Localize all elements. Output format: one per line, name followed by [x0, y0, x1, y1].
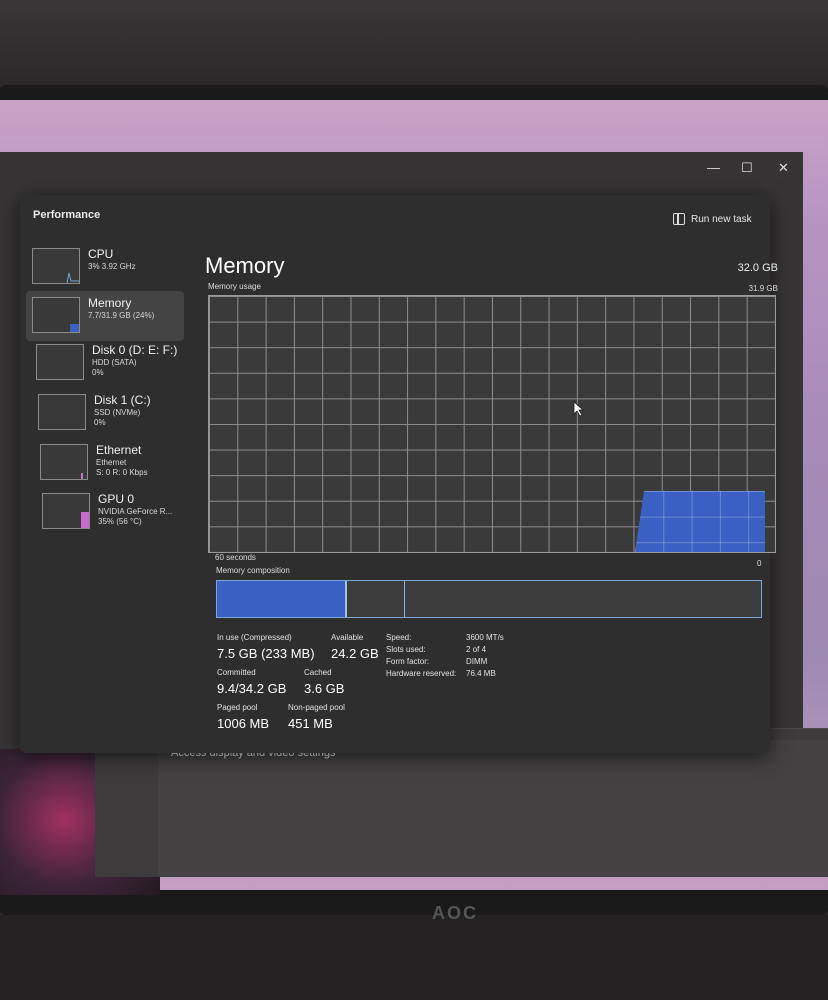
memory-title: Memory	[205, 253, 285, 278]
disk1-thumbnail-graph	[38, 394, 86, 430]
composition-modified	[347, 581, 405, 617]
slots-value: 2 of 4	[466, 645, 487, 654]
graph-time-label: 60 seconds	[215, 553, 256, 562]
gpu-usage: 35% (56 °C)	[98, 517, 142, 526]
sidebar-item-detail: 3% 3.92 GHz	[88, 262, 136, 271]
run-new-task-label: Run new task	[691, 213, 752, 225]
sidebar-item-detail: 7.7/31.9 GB (24%)	[88, 311, 155, 320]
ethernet-thumbnail-graph	[40, 444, 88, 480]
sidebar-item-detail: NVIDIA GeForce R... 35% (56 °C)	[98, 507, 172, 527]
memory-usage-max: 31.9 GB	[748, 284, 778, 293]
sidebar-item-detail: Ethernet S: 0 R: 0 Kbps	[96, 458, 148, 478]
sidebar-item-label: Memory	[88, 296, 132, 310]
committed-value: 9.4/34.2 GB	[217, 681, 287, 696]
in-use-value: 7.5 GB (233 MB)	[217, 646, 315, 661]
disk0-type: HDD (SATA)	[92, 358, 137, 367]
mouse-cursor-icon	[573, 401, 585, 417]
ethernet-adapter: Ethernet	[96, 458, 127, 467]
page-title: Performance	[33, 209, 101, 221]
ethernet-thumb-spike	[81, 473, 83, 479]
monitor-brand: AOC	[432, 903, 478, 923]
cpu-thumbnail-graph	[32, 248, 80, 284]
gpu-thumbnail-graph	[42, 493, 90, 529]
ethernet-throughput: S: 0 R: 0 Kbps	[96, 468, 148, 477]
disk0-thumbnail-graph	[36, 344, 84, 380]
disk1-usage: 0%	[94, 418, 106, 427]
available-value: 24.2 GB	[331, 646, 379, 661]
memory-total: 32.0 GB	[737, 262, 778, 274]
settings-panel	[158, 740, 828, 876]
memory-usage-fill	[635, 490, 765, 552]
gpu-thumb-fill	[81, 512, 89, 528]
run-task-icon	[673, 213, 685, 225]
paged-pool-label: Paged pool	[217, 703, 258, 712]
disk1-type: SSD (NVMe)	[94, 408, 141, 417]
sidebar-item-label: GPU 0	[98, 492, 135, 506]
memory-thumb-fill	[70, 324, 79, 332]
cached-value: 3.6 GB	[304, 681, 345, 696]
monitor-stand	[0, 915, 828, 1000]
sidebar-item-cpu[interactable]: CPU 3% 3.92 GHz	[26, 242, 184, 292]
committed-label: Committed	[217, 668, 256, 677]
sidebar-item-detail: SSD (NVMe) 0%	[94, 408, 140, 428]
nonpaged-pool-value: 451 MB	[288, 716, 333, 731]
nonpaged-pool-label: Non-paged pool	[288, 703, 345, 712]
graph-zero-label: 0	[757, 559, 762, 568]
task-manager-window: Performance Run new task CPU 3% 3.92 GHz…	[20, 195, 778, 753]
hardware-reserved-value: 76.4 MB	[466, 669, 496, 678]
gpu-model: NVIDIA GeForce R...	[98, 507, 173, 516]
memory-usage-graph	[208, 295, 776, 553]
composition-in-use	[217, 581, 347, 617]
sidebar-item-detail: HDD (SATA) 0%	[92, 358, 137, 378]
disk0-usage: 0%	[92, 368, 104, 377]
speed-value: 3600 MT/s	[466, 633, 504, 642]
sidebar-item-label: Disk 0 (D: E: F:)	[92, 343, 178, 357]
memory-thumbnail-graph	[32, 297, 80, 333]
sidebar-item-ethernet[interactable]: Ethernet Ethernet S: 0 R: 0 Kbps	[34, 438, 192, 488]
sidebar-item-disk1[interactable]: Disk 1 (C:) SSD (NVMe) 0%	[32, 388, 190, 438]
form-factor-label: Form factor:	[386, 657, 430, 666]
sidebar-item-disk0[interactable]: Disk 0 (D: E: F:) HDD (SATA) 0%	[30, 338, 188, 388]
cached-label: Cached	[304, 668, 332, 677]
speed-label: Speed:	[386, 633, 412, 642]
close-button[interactable]: ✕	[778, 160, 789, 176]
in-use-label: In use (Compressed)	[217, 633, 292, 642]
sidebar-item-memory[interactable]: Memory 7.7/31.9 GB (24%)	[26, 291, 184, 341]
minimize-button[interactable]: —	[707, 160, 720, 175]
slots-label: Slots used:	[386, 645, 426, 654]
sidebar-item-label: Ethernet	[96, 443, 142, 457]
paged-pool-value: 1006 MB	[217, 716, 270, 731]
sidebar-item-label: CPU	[88, 247, 114, 261]
memory-composition-label: Memory composition	[216, 566, 290, 575]
available-label: Available	[331, 633, 364, 642]
form-factor-value: DIMM	[466, 657, 488, 666]
sidebar-item-label: Disk 1 (C:)	[94, 393, 151, 407]
memory-composition-bar	[216, 580, 762, 618]
hardware-reserved-label: Hardware reserved:	[386, 669, 457, 678]
run-new-task-button[interactable]: Run new task	[673, 213, 752, 225]
sidebar-item-gpu0[interactable]: GPU 0 NVIDIA GeForce R... 35% (56 °C)	[36, 487, 194, 537]
maximize-button[interactable]: ☐	[741, 160, 753, 176]
memory-usage-label: Memory usage	[208, 282, 261, 291]
